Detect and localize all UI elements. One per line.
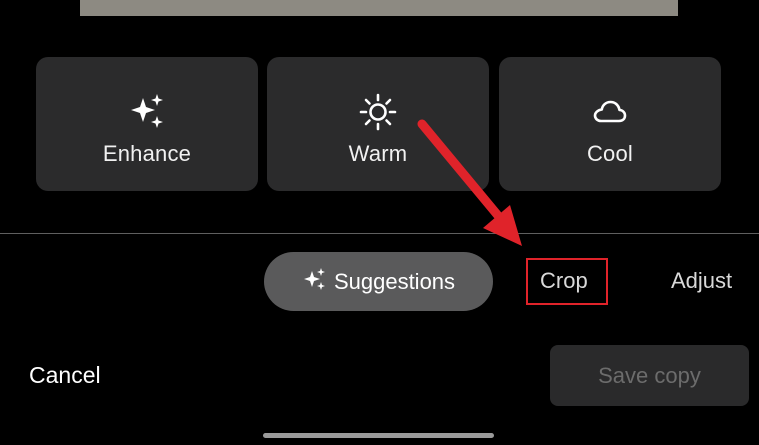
save-copy-label: Save copy xyxy=(598,362,701,388)
save-copy-button[interactable]: Save copy xyxy=(550,345,749,406)
home-indicator[interactable] xyxy=(263,433,494,438)
cancel-button[interactable]: Cancel xyxy=(29,362,101,389)
